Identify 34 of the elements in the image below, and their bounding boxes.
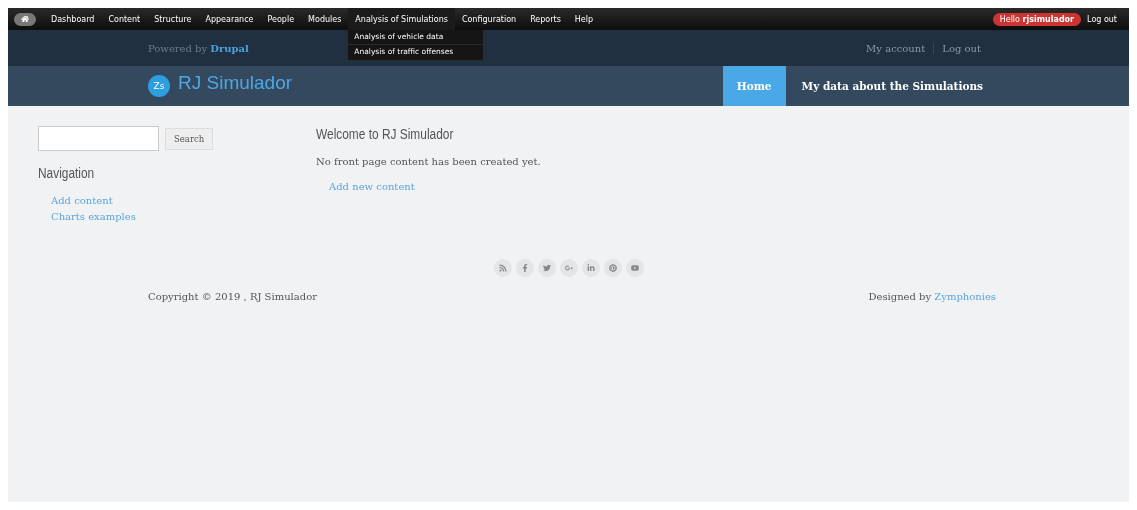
p-circle-icon[interactable] — [603, 259, 622, 277]
user-link[interactable]: My account — [858, 42, 934, 54]
toolbar-item[interactable]: Analysis of Simulations — [348, 8, 455, 30]
toolbar-item[interactable]: Content — [101, 8, 148, 30]
toolbar-item[interactable]: Modules — [301, 8, 349, 30]
toolbar-item[interactable]: Dashboard — [44, 8, 102, 30]
powered-by-text: Powered by Drupal — [148, 42, 249, 54]
toolbar-item[interactable]: People — [260, 8, 302, 30]
play-icon[interactable] — [625, 259, 644, 277]
letter-f-icon[interactable] — [515, 259, 534, 277]
navigation-heading: Navigation — [38, 165, 96, 181]
logo-icon: Zs — [148, 75, 170, 97]
toolbar-item[interactable]: Structure — [147, 8, 199, 30]
search-button[interactable]: Search — [165, 127, 214, 150]
page-title: Welcome to RJ Simulador — [316, 126, 455, 142]
rss-icon[interactable] — [493, 259, 512, 277]
home-icon — [21, 15, 29, 23]
menu-tab[interactable]: My data about the Simulations — [785, 66, 999, 106]
toolbar-item[interactable]: Configuration — [454, 8, 524, 30]
toolbar-item[interactable]: Appearance — [198, 8, 261, 30]
home-button[interactable] — [14, 12, 36, 26]
g-plus-icon[interactable] — [559, 259, 578, 277]
site-name[interactable]: RJ Simulador — [178, 72, 293, 94]
empty-message: No front page content has been created yet. — [316, 156, 541, 167]
designed-by-text: Designed by Zymphonies — [868, 291, 996, 302]
toolbar-item[interactable]: Reports — [523, 8, 568, 30]
user-greeting-badge[interactable]: Hello rjsimulador — [992, 12, 1082, 26]
search-field[interactable] — [38, 126, 159, 151]
logout-link[interactable]: Log out — [1081, 14, 1123, 24]
bird-icon[interactable] — [537, 259, 556, 277]
letters-in-icon[interactable] — [581, 259, 600, 277]
toolbar-item[interactable]: Help — [567, 8, 601, 30]
copyright-text: Copyright © 2019 , RJ Simulador — [148, 291, 317, 302]
user-link[interactable]: Log out — [933, 42, 989, 54]
